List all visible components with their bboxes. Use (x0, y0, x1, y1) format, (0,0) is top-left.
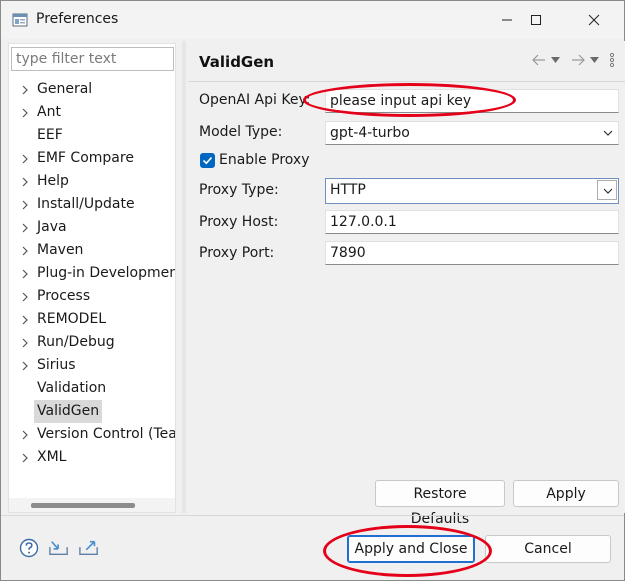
tree-item[interactable]: General (9, 78, 175, 101)
tree-item-label: Process (37, 288, 91, 304)
export-icon[interactable] (79, 538, 99, 558)
tree-item[interactable]: EMF Compare (9, 147, 175, 170)
window-title: Preferences (36, 11, 119, 27)
proxy-type-dropdown-button[interactable] (597, 180, 617, 200)
filter-input[interactable] (11, 47, 174, 71)
back-arrow-icon[interactable] (531, 54, 547, 66)
tree-item[interactable]: Java (9, 216, 175, 239)
forward-dropdown-icon[interactable] (590, 57, 599, 63)
chevron-down-icon (603, 130, 613, 136)
tree-item-label: REMODEL (37, 311, 107, 327)
tree-item[interactable]: Sirius (9, 354, 175, 377)
preference-tree-pane: General Ant EEF EMF Compare Help Install/Upda… (8, 43, 176, 513)
tree-item-label: General (37, 81, 93, 97)
minimize-icon (502, 19, 512, 21)
title-bar[interactable]: Preferences (1, 1, 624, 39)
restore-defaults-button[interactable]: Restore Defaults (375, 480, 505, 527)
proxy-port-label: Proxy Port: (199, 245, 275, 261)
check-icon (202, 157, 213, 165)
chevron-right-icon[interactable] (19, 101, 31, 124)
chevron-right-icon[interactable] (19, 331, 31, 354)
more-options-icon[interactable] (609, 53, 615, 67)
api-key-label: OpenAI Api Key: (199, 92, 311, 108)
proxy-host-input[interactable]: 127.0.0.1 (325, 210, 619, 234)
chevron-right-icon[interactable] (19, 216, 31, 239)
preference-page: ValidGen OpenAI Api Key: please input ap… (188, 41, 625, 527)
preference-tree: General Ant EEF EMF Compare Help Install/Upda… (9, 78, 175, 469)
tree-item-label: Validation (37, 380, 107, 396)
proxy-type-label: Proxy Type: (199, 182, 279, 198)
tree-item-label: Maven (37, 242, 84, 258)
proxy-type-value: HTTP (330, 182, 366, 198)
tree-item[interactable]: ValidGen (9, 400, 175, 423)
chevron-right-icon[interactable] (19, 78, 31, 101)
tree-item[interactable]: REMODEL (9, 308, 175, 331)
close-icon (588, 14, 600, 26)
tree-item-label: Ant (37, 104, 61, 120)
title-separator (188, 81, 625, 82)
chevron-down-icon (603, 188, 613, 194)
chevron-right-icon[interactable] (19, 354, 31, 377)
apply-and-close-button[interactable]: Apply and Close (347, 535, 475, 563)
tree-item[interactable]: Run/Debug (9, 331, 175, 354)
apply-button[interactable]: Apply (513, 480, 619, 507)
help-icon[interactable] (19, 538, 39, 558)
footer-separator (1, 515, 624, 516)
maximize-button[interactable] (513, 1, 559, 39)
proxy-port-input[interactable]: 7890 (325, 241, 619, 265)
chevron-right-icon[interactable] (19, 170, 31, 193)
chevron-right-icon[interactable] (19, 262, 31, 285)
tree-item-label: EEF (37, 127, 63, 143)
tree-item[interactable]: Install/Update (9, 193, 175, 216)
tree-item-label: Install/Update (37, 196, 135, 212)
tree-item-label: Plug-in Development (37, 265, 175, 281)
proxy-host-label: Proxy Host: (199, 214, 279, 230)
chevron-right-icon[interactable] (19, 239, 31, 262)
preferences-app-icon (12, 13, 28, 27)
model-type-value: gpt-4-turbo (330, 125, 410, 141)
maximize-icon (531, 15, 541, 25)
api-key-input[interactable]: please input api key (325, 89, 619, 113)
tree-item-label: ValidGen (34, 400, 103, 423)
tree-item[interactable]: Help (9, 170, 175, 193)
tree-item-label: Help (37, 173, 69, 189)
enable-proxy-label[interactable]: Enable Proxy (219, 152, 310, 168)
chevron-right-icon[interactable] (19, 285, 31, 308)
tree-item-label: Sirius (37, 357, 76, 373)
tree-item-label: Run/Debug (37, 334, 115, 350)
tree-item-label: EMF Compare (37, 150, 134, 166)
tree-item-label: Java (37, 219, 67, 235)
tree-item[interactable]: EEF (9, 124, 175, 147)
enable-proxy-checkbox[interactable] (200, 153, 215, 168)
scrollbar-thumb[interactable] (31, 503, 135, 508)
page-title: ValidGen (199, 53, 275, 71)
model-type-label: Model Type: (199, 124, 283, 140)
forward-arrow-icon[interactable] (570, 54, 586, 66)
tree-item-label: XML (37, 449, 67, 465)
close-button[interactable] (571, 1, 617, 39)
chevron-right-icon[interactable] (19, 147, 31, 170)
tree-item[interactable]: Process (9, 285, 175, 308)
chevron-right-icon[interactable] (19, 193, 31, 216)
pane-splitter[interactable] (182, 41, 186, 513)
chevron-right-icon[interactable] (19, 423, 31, 446)
chevron-right-icon[interactable] (19, 308, 31, 331)
import-icon[interactable] (49, 538, 69, 558)
tree-item[interactable]: Plug-in Development (9, 262, 175, 285)
cancel-button[interactable]: Cancel (485, 535, 611, 563)
tree-item-label: Version Control (Team) (37, 426, 175, 442)
tree-item[interactable]: Ant (9, 101, 175, 124)
tree-item[interactable]: Maven (9, 239, 175, 262)
tree-item[interactable]: Validation (9, 377, 175, 400)
page-navigation (531, 49, 615, 71)
tree-item[interactable]: XML (9, 446, 175, 469)
chevron-right-icon[interactable] (19, 446, 31, 469)
model-type-select[interactable]: gpt-4-turbo (325, 121, 619, 145)
horizontal-scrollbar[interactable] (9, 498, 175, 512)
proxy-type-select[interactable]: HTTP (325, 178, 619, 204)
preferences-window: Preferences General Ant EEF EMF Compare Help… (0, 0, 625, 581)
tree-item[interactable]: Version Control (Team) (9, 423, 175, 446)
back-dropdown-icon[interactable] (551, 57, 560, 63)
